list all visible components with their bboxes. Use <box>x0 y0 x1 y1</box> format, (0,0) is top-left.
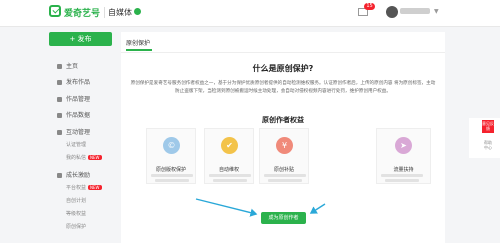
arrow-left <box>195 198 258 217</box>
arrow-annotations <box>195 198 326 217</box>
feedback-button[interactable]: 意见反馈 <box>482 120 494 133</box>
arrow-right <box>309 203 326 214</box>
become-original-author-button[interactable]: 成为原创作者 <box>261 212 306 224</box>
help-link[interactable]: 帮助中心 <box>483 140 493 150</box>
